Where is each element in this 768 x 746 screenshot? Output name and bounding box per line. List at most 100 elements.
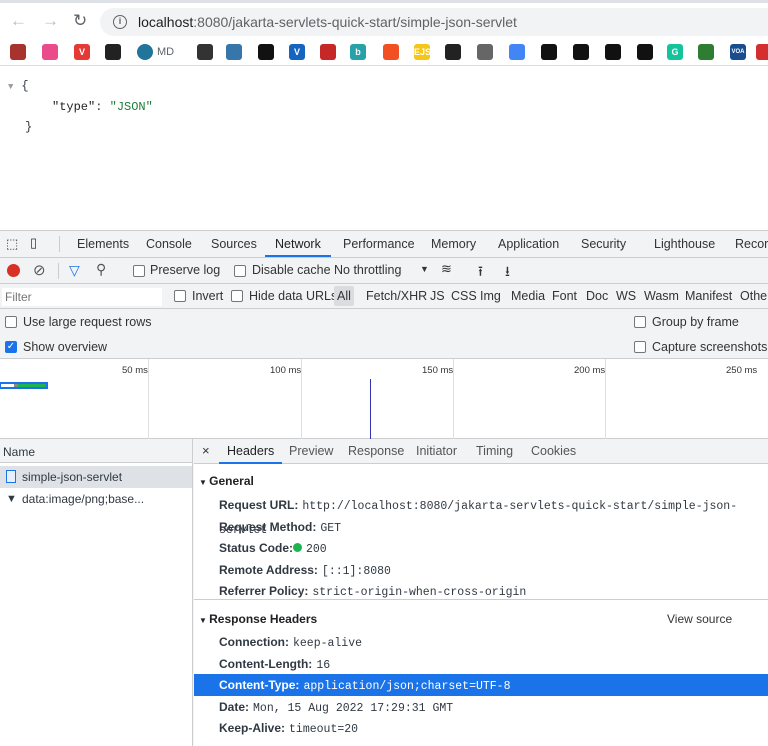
bars-icon[interactable] xyxy=(10,44,26,60)
vuetify-icon[interactable]: V xyxy=(289,44,305,60)
preserve-log-checkbox[interactable] xyxy=(133,265,145,277)
response-headers-section-header[interactable]: ▼ Response Headers xyxy=(199,612,317,626)
header-name: Content-Type: application/json;charset=UT… xyxy=(219,678,511,693)
ejs-icon[interactable]: EJS xyxy=(414,44,431,60)
filter-type-font[interactable]: Font xyxy=(552,286,577,306)
detail-tab-preview[interactable]: Preview xyxy=(289,444,333,464)
globe-icon[interactable] xyxy=(477,44,493,60)
filter-type-other[interactable]: Other xyxy=(740,286,768,306)
device-toolbar-icon[interactable]: ▯ xyxy=(30,235,37,251)
throttling-select[interactable]: No throttling xyxy=(334,263,401,277)
wordpress-icon[interactable]: MD xyxy=(137,44,174,60)
clear-icon[interactable]: ⊘ xyxy=(33,261,46,279)
info-icon[interactable]: i xyxy=(113,15,127,29)
header-row[interactable]: Keep-Alive: timeout=20 xyxy=(194,717,768,739)
capture-screenshots-checkbox[interactable] xyxy=(634,341,646,353)
red-circle-icon[interactable] xyxy=(320,44,336,60)
large-rows-checkbox[interactable] xyxy=(5,316,17,328)
disable-cache-checkbox[interactable] xyxy=(234,265,246,277)
network-conditions-icon[interactable]: ≋ xyxy=(441,261,452,277)
reload-button[interactable]: ↻ xyxy=(73,11,87,31)
github-icon[interactable] xyxy=(541,44,557,60)
header-row[interactable]: Remote Address: [::1]:8080 xyxy=(194,559,768,581)
filter-type-img[interactable]: Img xyxy=(480,286,501,306)
archive-icon[interactable] xyxy=(445,44,461,60)
tab-recorder[interactable]: Recorder xyxy=(735,231,768,257)
microsoft-icon[interactable] xyxy=(383,44,399,60)
archive-icon[interactable] xyxy=(105,44,121,60)
filter-type-doc[interactable]: Doc xyxy=(586,286,608,306)
name-column-header[interactable]: Name xyxy=(0,439,192,463)
collapse-triangle-icon[interactable]: ▼ xyxy=(8,82,13,92)
detail-tab-cookies[interactable]: Cookies xyxy=(531,444,576,464)
header-row[interactable]: Status Code: 200 xyxy=(194,537,768,559)
invert-checkbox[interactable] xyxy=(174,290,186,302)
network-overview[interactable]: 50 ms 100 ms 150 ms 200 ms 250 ms xyxy=(0,359,768,439)
url-bar[interactable]: i localhost:8080/jakarta-servlets-quick-… xyxy=(100,8,768,36)
forward-button[interactable]: → xyxy=(42,11,59,31)
back-button[interactable]: ← xyxy=(10,11,27,31)
header-row[interactable]: Date: Mon, 15 Aug 2022 17:29:31 GMT xyxy=(194,696,768,718)
tab-console[interactable]: Console xyxy=(146,231,192,257)
github-icon[interactable] xyxy=(637,44,653,60)
detail-tabs: × Headers Preview Response Initiator Timing C… xyxy=(194,439,768,464)
python-icon[interactable] xyxy=(226,44,242,60)
filter-type-fetchxhr[interactable]: Fetch/XHR xyxy=(366,286,427,306)
group-by-frame-checkbox[interactable] xyxy=(634,316,646,328)
chevron-down-icon[interactable]: ▼ xyxy=(420,264,429,274)
voa-icon[interactable]: VOA xyxy=(730,44,746,60)
red-icon[interactable] xyxy=(756,44,768,60)
search-icon[interactable]: ⚲ xyxy=(96,261,106,278)
tab-elements[interactable]: Elements xyxy=(77,231,129,257)
github-icon[interactable] xyxy=(573,44,589,60)
bing-icon[interactable]: b xyxy=(350,44,366,60)
header-name: Date: Mon, 15 Aug 2022 17:29:31 GMT xyxy=(219,699,454,715)
tomcat-icon[interactable] xyxy=(197,44,213,60)
show-overview-checkbox[interactable]: ✓ xyxy=(5,341,17,353)
import-har-icon[interactable]: ⭱ xyxy=(478,261,483,285)
github-icon[interactable] xyxy=(605,44,621,60)
export-har-icon[interactable]: ⭳ xyxy=(505,261,510,285)
google-docs-icon[interactable] xyxy=(509,44,525,60)
inspect-element-icon[interactable]: ⬚ xyxy=(6,236,18,252)
detail-tab-headers[interactable]: Headers xyxy=(219,444,283,464)
header-row[interactable]: Content-Length: 16 xyxy=(194,653,768,675)
tab-performance[interactable]: Performance xyxy=(343,231,415,257)
spring-icon[interactable] xyxy=(698,44,714,60)
detail-tab-timing[interactable]: Timing xyxy=(476,444,513,464)
dribbble-icon[interactable] xyxy=(42,44,58,60)
tab-network[interactable]: Network xyxy=(265,231,331,257)
filter-type-ws[interactable]: WS xyxy=(616,286,636,306)
filter-type-wasm[interactable]: Wasm xyxy=(644,286,679,306)
close-icon[interactable]: × xyxy=(202,443,210,458)
github-icon[interactable] xyxy=(258,44,274,60)
request-row[interactable]: simple-json-servlet xyxy=(0,466,192,488)
filter-type-css[interactable]: CSS xyxy=(451,286,477,306)
tab-security[interactable]: Security xyxy=(581,231,626,257)
vivaldi-icon[interactable]: V xyxy=(74,44,90,60)
filter-input[interactable] xyxy=(2,288,162,306)
header-row[interactable]: Request URL: http://localhost:8080/jakart… xyxy=(194,494,768,537)
filter-type-media[interactable]: Media xyxy=(511,286,545,306)
view-source-link[interactable]: View source xyxy=(667,612,732,626)
header-row[interactable]: Content-Type: application/json;charset=UT… xyxy=(194,674,768,696)
detail-tab-initiator[interactable]: Initiator xyxy=(416,444,457,464)
detail-tab-response[interactable]: Response xyxy=(348,444,404,464)
filter-icon[interactable]: ▽ xyxy=(69,262,80,279)
filter-type-manifest[interactable]: Manifest xyxy=(685,286,732,306)
filter-type-js[interactable]: JS xyxy=(430,286,445,306)
tab-sources[interactable]: Sources xyxy=(211,231,257,257)
header-row[interactable]: Connection: keep-alive xyxy=(194,631,768,653)
url-path: :8080/jakarta-servlets-quick-start/simpl… xyxy=(193,14,517,30)
filter-type-all[interactable]: All xyxy=(334,286,354,306)
general-section-header[interactable]: ▼ General xyxy=(199,474,254,488)
hide-data-urls-checkbox[interactable] xyxy=(231,290,243,302)
tab-application[interactable]: Application xyxy=(498,231,559,257)
tab-lighthouse[interactable]: Lighthouse xyxy=(654,231,715,257)
url-host: localhost xyxy=(138,14,194,30)
record-button[interactable] xyxy=(7,264,20,277)
header-row[interactable]: Request Method: GET xyxy=(194,516,768,538)
grammarly-icon[interactable]: G xyxy=(667,44,683,60)
request-row[interactable]: ▼ data:image/png;base... xyxy=(0,488,192,510)
tab-memory[interactable]: Memory xyxy=(431,231,476,257)
